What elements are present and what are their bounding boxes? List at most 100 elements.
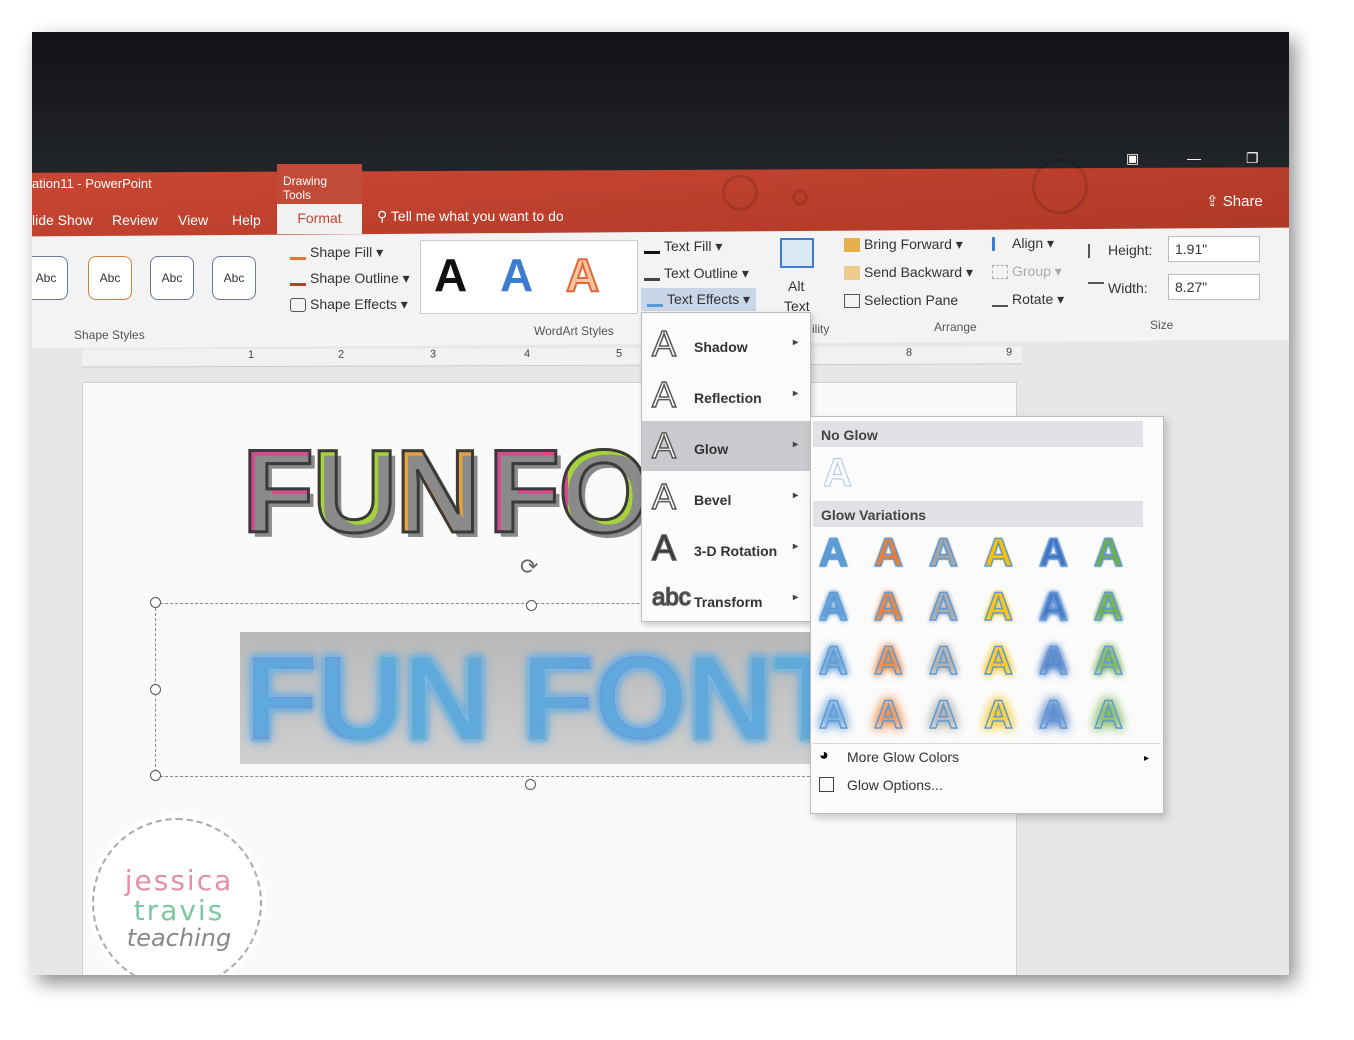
text-outline-icon [644,267,660,282]
height-field[interactable]: 1.91" [1168,236,1260,262]
share-button[interactable]: ⇪ Share [1206,192,1263,210]
menu-item-glow[interactable]: A Glow ▸ [642,421,810,471]
glow-variation-option[interactable]: A [928,692,958,738]
glow-variation-option[interactable]: A [1038,638,1068,684]
tell-me-search[interactable]: ⚲ Tell me what you want to do [377,208,564,225]
shape-style-thumb[interactable]: Abc [212,256,256,300]
logo-text-line1: jessica [124,864,234,897]
accessibility-group-label: ility [812,322,830,336]
glow-variation-option[interactable]: A [873,530,903,576]
tab-review[interactable]: Review [112,212,158,228]
glow-variation-option[interactable]: A [983,584,1013,630]
width-label: Width: [1088,280,1148,296]
group-button[interactable]: Group ▾ [992,263,1062,280]
paint-bucket-icon [290,246,306,261]
menu-item-3d-rotation[interactable]: A 3-D Rotation ▸ [642,523,810,573]
glow-variation-option[interactable]: A [1093,692,1123,738]
glow-variation-option[interactable]: A [1093,638,1123,684]
glow-variation-option[interactable]: A [928,530,958,576]
logo-text-line2: travis [133,894,225,927]
transform-icon: abc [651,583,691,612]
minimize-icon[interactable]: — [1187,150,1201,166]
glow-variation-option[interactable]: A [818,584,848,630]
glow-variation-option[interactable]: A [983,638,1013,684]
chevron-right-icon: ▸ [792,541,798,552]
resize-handle[interactable] [150,597,161,608]
glow-variation-option[interactable]: A [928,638,958,684]
glow-variation-option[interactable]: A [818,638,848,684]
selection-pane-icon [844,294,860,309]
text-effects-button[interactable]: Text Effects ▾ [641,288,757,311]
fun-letters: FUN [241,425,483,560]
glow-variation-option[interactable]: A [983,692,1013,738]
fo-letters: FO [487,425,652,560]
resize-handle[interactable] [150,684,161,695]
wordart-style-black[interactable]: A [434,248,467,302]
logo-badge: jessica travis teaching [92,818,262,975]
slide-text-fun[interactable]: FUN [241,424,483,560]
glow-options-item[interactable]: Glow Options... [847,777,943,793]
shape-fill-button[interactable]: Shape Fill ▾ [290,244,383,261]
tab-format[interactable]: Format [277,204,362,234]
align-icon [992,237,1008,252]
more-glow-colors-item[interactable]: More Glow Colors [847,749,959,765]
glow-variation-option[interactable]: A [873,692,903,738]
restore-icon[interactable]: ❐ [1246,150,1259,167]
resize-handle[interactable] [525,779,536,790]
rotate-button[interactable]: Rotate ▾ [992,291,1064,308]
alt-text-label-1[interactable]: Alt [788,278,804,294]
width-field[interactable]: 8.27" [1168,274,1260,300]
menu-item-transform[interactable]: abc Transform ▸ [642,574,810,624]
monitor-bezel [32,32,1289,182]
glow-variation-option[interactable]: A [873,638,903,684]
glow-variation-option[interactable]: A [873,584,903,630]
text-outline-button[interactable]: Text Outline ▾ [644,265,749,282]
resize-handle[interactable] [150,770,161,781]
chevron-right-icon: ▸ [792,490,798,501]
text-effects-menu: A Shadow ▸ A Reflection ▸ A Glow ▸ A Bevel ▸ A 3-… [641,312,811,622]
menu-item-shadow[interactable]: A Shadow ▸ [642,319,810,369]
shape-styles-group-label: Shape Styles [74,328,145,342]
no-glow-option[interactable]: A [823,451,853,496]
glow-variation-option[interactable]: A [1038,692,1068,738]
menu-item-bevel[interactable]: A Bevel ▸ [642,472,810,522]
glow-variation-option[interactable]: A [818,530,848,576]
app-title: ation11 - PowerPoint [32,176,152,191]
slide-text-fo[interactable]: FO [487,424,652,560]
glow-variation-option[interactable]: A [1038,530,1068,576]
glow-icon: A [651,424,677,467]
ribbon-display-icon[interactable]: ▣ [1126,150,1139,167]
pen-icon [290,272,306,287]
rotate-handle-icon[interactable]: ⟳ [520,554,538,580]
wordart-style-blue[interactable]: A [500,248,533,302]
resize-handle[interactable] [526,600,537,611]
send-backward-button[interactable]: Send Backward ▾ [844,264,973,281]
glow-variation-option[interactable]: A [928,584,958,630]
shape-outline-button[interactable]: Shape Outline ▾ [290,270,410,287]
text-fill-button[interactable]: Text Fill ▾ [644,238,722,255]
tab-view[interactable]: View [178,212,208,228]
shape-effects-button[interactable]: Shape Effects ▾ [290,296,408,313]
group-icon [992,265,1008,280]
ruler-mark: 2 [338,348,345,361]
selection-pane-button[interactable]: Selection Pane [844,292,958,309]
horizontal-ruler: 1 2 3 4 5 8 9 [82,346,1022,368]
shape-style-thumb[interactable]: Abc [32,256,68,300]
ruler-mark: 3 [430,348,437,361]
glow-variation-option[interactable]: A [1093,584,1123,630]
glow-variation-option[interactable]: A [983,530,1013,576]
size-group-label: Size [1150,318,1174,332]
bring-forward-button[interactable]: Bring Forward ▾ [844,236,963,253]
chevron-right-icon: ▸ [1143,753,1149,764]
align-button[interactable]: Align ▾ [992,235,1054,252]
tab-slide-show[interactable]: lide Show [32,212,93,228]
wordart-style-orange[interactable]: A [565,248,600,302]
shape-style-thumb[interactable]: Abc [88,256,132,300]
shape-style-thumb[interactable]: Abc [150,256,194,300]
glow-variation-option[interactable]: A [1038,584,1068,630]
glow-variation-option[interactable]: A [1093,530,1123,576]
menu-item-reflection[interactable]: A Reflection ▸ [642,370,810,420]
glow-variation-option[interactable]: A [818,692,848,738]
tab-help[interactable]: Help [232,212,261,228]
chevron-right-icon: ▸ [792,439,798,450]
